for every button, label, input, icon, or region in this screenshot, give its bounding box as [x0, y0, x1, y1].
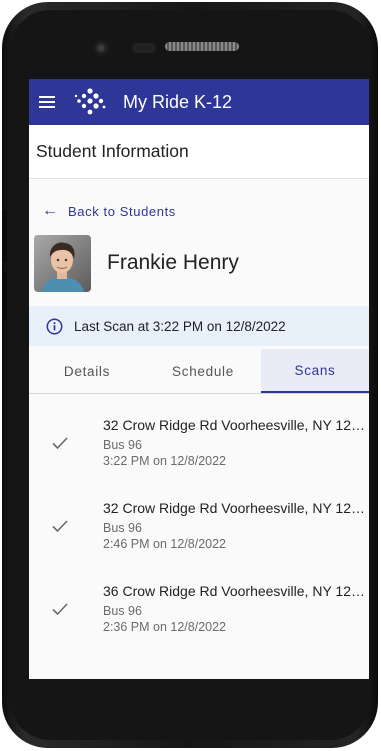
side-button — [2, 210, 7, 262]
page-title: Student Information — [36, 141, 189, 161]
back-to-students-link[interactable]: ← Back to Students — [29, 191, 369, 231]
page-header: Student Information — [29, 125, 369, 179]
app-screen: My Ride K-12 Student Information ← Back … — [29, 79, 369, 679]
menu-icon[interactable] — [39, 92, 59, 112]
proximity-sensor — [132, 43, 156, 53]
check-icon — [52, 603, 68, 616]
check-icon — [52, 520, 68, 533]
student-header: Frankie Henry — [29, 231, 369, 295]
side-button — [2, 272, 7, 320]
app-title: My Ride K-12 — [123, 91, 233, 112]
scan-bus: Bus 96 — [103, 604, 142, 618]
app-bar: My Ride K-12 — [29, 79, 369, 125]
scan-address: 32 Crow Ridge Rd Voorheesville, NY 12186 — [103, 500, 365, 516]
student-name: Frankie Henry — [107, 251, 239, 274]
last-scan-text: Last Scan at 3:22 PM on 12/8/2022 — [74, 318, 286, 334]
tab-details[interactable]: Details — [29, 349, 145, 393]
tab-schedule[interactable]: Schedule — [145, 349, 261, 393]
last-scan-banner: Last Scan at 3:22 PM on 12/8/2022 — [29, 306, 369, 346]
scan-bus: Bus 96 — [103, 521, 142, 535]
back-link-label: Back to Students — [68, 203, 176, 219]
scan-address: 32 Crow Ridge Rd Voorheesville, NY 12186 — [103, 417, 365, 433]
student-tabs: Details Schedule Scans — [29, 349, 369, 394]
scan-time: 2:36 PM on 12/8/2022 — [103, 620, 227, 634]
scan-list: 32 Crow Ridge Rd Voorheesville, NY 12186… — [29, 400, 369, 649]
arrow-left-icon: ← — [42, 202, 59, 219]
logo-icon — [74, 88, 106, 115]
scan-bus: Bus 96 — [103, 438, 142, 452]
student-avatar — [34, 234, 91, 292]
scan-time: 2:46 PM on 12/8/2022 — [103, 537, 227, 551]
check-icon — [52, 437, 68, 450]
scan-list-item[interactable]: 36 Crow Ridge Rd Voorheesville, NY 12186… — [29, 566, 369, 649]
tab-scans[interactable]: Scans — [261, 349, 369, 393]
front-camera — [93, 40, 109, 56]
scan-address: 36 Crow Ridge Rd Voorheesville, NY 12186 — [103, 583, 365, 599]
info-icon — [46, 318, 63, 334]
earpiece-speaker — [165, 42, 239, 51]
scan-list-item[interactable]: 32 Crow Ridge Rd Voorheesville, NY 12186… — [29, 483, 369, 566]
scan-list-item[interactable]: 32 Crow Ridge Rd Voorheesville, NY 12186… — [29, 400, 369, 483]
scan-time: 3:22 PM on 12/8/2022 — [103, 454, 227, 468]
